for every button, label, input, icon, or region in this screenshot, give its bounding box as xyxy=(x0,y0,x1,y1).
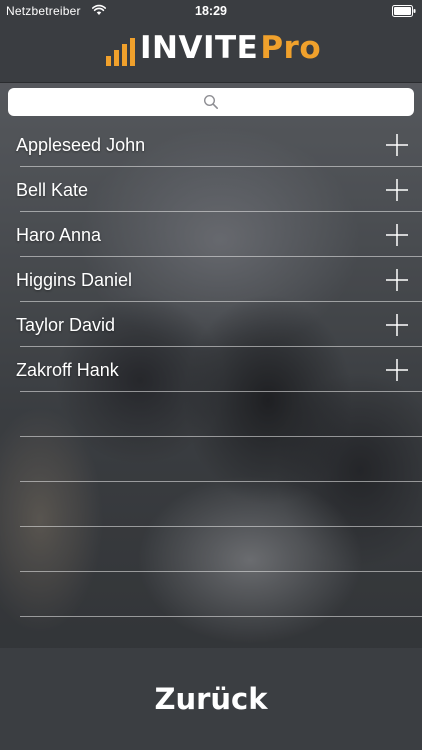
contact-row[interactable]: Taylor David xyxy=(0,302,422,347)
status-time: 18:29 xyxy=(195,4,227,18)
contact-name: Bell Kate xyxy=(16,180,89,200)
search-input[interactable] xyxy=(8,88,418,118)
plus-icon[interactable] xyxy=(386,269,408,291)
empty-row xyxy=(0,437,422,482)
back-button[interactable]: Zurück xyxy=(0,648,422,750)
contact-name: Appleseed John xyxy=(16,135,146,155)
logo-text: INVITEPro xyxy=(140,30,321,66)
empty-row xyxy=(0,482,422,527)
contact-name: Haro Anna xyxy=(16,225,102,245)
plus-icon[interactable] xyxy=(386,134,408,156)
contact-row[interactable]: Appleseed John xyxy=(0,122,422,167)
app-logo: INVITEPro xyxy=(106,28,321,66)
battery-icon xyxy=(392,5,416,17)
contact-row[interactable]: Higgins Daniel xyxy=(0,257,422,302)
footer: Zurück xyxy=(0,648,422,750)
logo-pro-text: Pro xyxy=(260,30,322,66)
plus-icon[interactable] xyxy=(386,359,408,381)
contact-name: Zakroff Hank xyxy=(16,360,119,380)
contact-name: Taylor David xyxy=(16,315,116,335)
header: Netzbetreiber 18:29 INVITEPro xyxy=(0,0,422,83)
empty-row xyxy=(0,392,422,437)
empty-row xyxy=(0,527,422,572)
contact-row[interactable]: Zakroff Hank xyxy=(0,347,422,392)
contact-name: Higgins Daniel xyxy=(16,270,133,290)
logo-invite-text: INVITE xyxy=(140,30,259,66)
status-bar: Netzbetreiber 18:29 xyxy=(0,0,422,22)
contact-row[interactable]: Haro Anna xyxy=(0,212,422,257)
plus-icon[interactable] xyxy=(386,314,408,336)
contact-list: Appleseed John Bell Kate Haro Anna Higgi… xyxy=(0,122,422,662)
screen: Netzbetreiber 18:29 INVITEPro Appleseed … xyxy=(0,0,422,750)
logo-bars-icon xyxy=(106,34,138,66)
plus-icon[interactable] xyxy=(386,179,408,201)
empty-row xyxy=(0,572,422,617)
plus-icon[interactable] xyxy=(386,224,408,246)
contact-row[interactable]: Bell Kate xyxy=(0,167,422,212)
search-bar[interactable] xyxy=(8,88,418,118)
